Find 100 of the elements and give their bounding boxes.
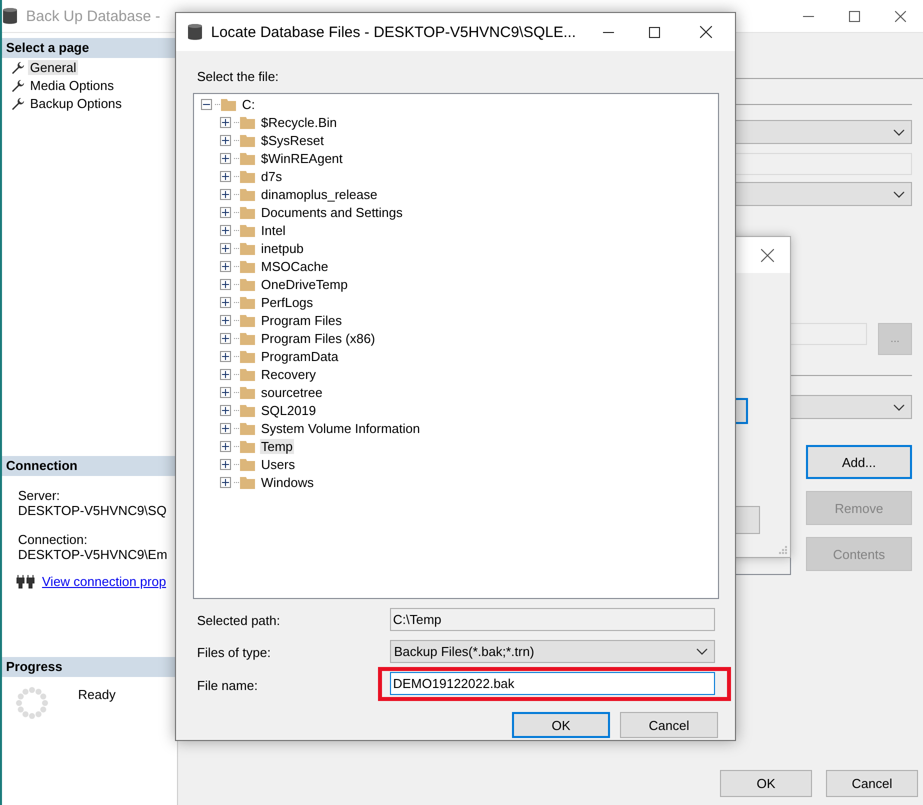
plug-icon [16, 574, 36, 588]
folder-icon [240, 332, 255, 344]
expand-toggle[interactable] [220, 170, 231, 182]
file-type-label: Files of type: [196, 644, 272, 660]
dialog-button[interactable]: OK [512, 712, 610, 738]
folder-label[interactable]: Users [260, 456, 296, 472]
maximize-icon [848, 10, 860, 22]
expand-toggle[interactable] [220, 314, 231, 326]
plus-icon [222, 370, 229, 378]
file-name-label: File name: [196, 676, 259, 692]
collapse-toggle[interactable] [201, 98, 212, 110]
folder-icon [240, 458, 255, 470]
footer-button[interactable]: OK [720, 770, 812, 797]
plus-icon [222, 316, 229, 324]
folder-icon [240, 116, 255, 128]
progress-status: Ready [78, 687, 116, 702]
plus-icon [222, 298, 229, 306]
folder-label[interactable]: Windows [260, 474, 315, 490]
wrench-icon [11, 96, 24, 110]
folder-icon [240, 422, 255, 434]
folder-label[interactable]: $SysReset [260, 132, 325, 148]
folder-icon [240, 260, 255, 272]
page-item[interactable]: Backup Options [28, 96, 124, 110]
connection-value: DESKTOP-V5HVNC9\Em [17, 547, 168, 562]
folder-icon [240, 314, 255, 326]
plus-icon [222, 244, 229, 252]
server-label: Server: [17, 488, 61, 503]
expand-toggle[interactable] [220, 116, 231, 128]
expand-toggle[interactable] [220, 152, 231, 164]
expand-toggle[interactable] [220, 350, 231, 362]
side-button[interactable]: Add... [806, 445, 912, 479]
page-item[interactable]: Media Options [28, 78, 116, 92]
folder-label[interactable]: inetpub [260, 240, 305, 256]
expand-toggle[interactable] [220, 242, 231, 254]
folder-label[interactable]: ProgramData [260, 348, 340, 364]
expand-toggle[interactable] [220, 188, 231, 200]
folder-tree[interactable] [193, 93, 719, 599]
folder-label[interactable]: Temp [260, 438, 294, 454]
folder-label[interactable]: d7s [260, 168, 283, 184]
maximize-icon [648, 26, 660, 38]
chevron-down-icon [893, 128, 905, 136]
expand-toggle[interactable] [220, 332, 231, 344]
folder-icon [240, 440, 255, 452]
expand-toggle[interactable] [220, 296, 231, 308]
folder-icon [240, 296, 255, 308]
folder-icon [240, 134, 255, 146]
page-item[interactable]: General [28, 60, 78, 74]
folder-label[interactable]: OneDriveTemp [260, 276, 349, 292]
plus-icon [222, 154, 229, 162]
expand-toggle[interactable] [220, 440, 231, 452]
folder-label[interactable]: C: [241, 96, 256, 112]
plus-icon [222, 172, 229, 180]
section-header: Progress [2, 657, 177, 677]
folder-icon [240, 350, 255, 362]
plus-icon [222, 226, 229, 234]
expand-toggle[interactable] [220, 224, 231, 236]
folder-label[interactable]: $Recycle.Bin [260, 114, 338, 130]
folder-label[interactable]: Documents and Settings [260, 204, 404, 220]
window-title: Back Up Database - [26, 8, 160, 24]
select-file-label: Select the file: [196, 69, 280, 84]
footer-button[interactable]: Cancel [826, 770, 918, 797]
expand-toggle[interactable] [220, 206, 231, 218]
close-icon [760, 248, 774, 262]
expand-toggle[interactable] [220, 260, 231, 272]
folder-label[interactable]: dinamoplus_release [260, 186, 378, 202]
plus-icon [222, 424, 229, 432]
folder-label[interactable]: Program Files [260, 312, 343, 328]
expand-toggle[interactable] [220, 404, 231, 416]
folder-label[interactable]: Intel [260, 222, 287, 238]
expand-toggle[interactable] [220, 134, 231, 146]
connection-link[interactable]: View connection prop [42, 574, 166, 589]
plus-icon [222, 262, 229, 270]
expand-toggle[interactable] [220, 422, 231, 434]
dialog-title: Locate Database Files - DESKTOP-V5HVNC9\SQLE... [211, 24, 576, 40]
selected-path-field[interactable]: C:\Temp [390, 608, 715, 631]
folder-label[interactable]: sourcetree [260, 384, 324, 400]
folder-label[interactable]: Program Files (x86) [260, 330, 376, 346]
expand-toggle[interactable] [220, 458, 231, 470]
expand-toggle[interactable] [220, 368, 231, 380]
plus-icon [222, 280, 229, 288]
expand-toggle[interactable] [220, 386, 231, 398]
dialog-button[interactable]: Cancel [620, 712, 718, 738]
folder-label[interactable]: Recovery [260, 366, 317, 382]
section-header: Connection [2, 456, 177, 476]
folder-label[interactable]: System Volume Information [260, 420, 421, 436]
file-type-dropdown[interactable]: Backup Files(*.bak;*.trn) [390, 640, 715, 663]
wrench-icon [11, 78, 24, 92]
folder-label[interactable]: PerfLogs [260, 294, 314, 310]
expand-toggle[interactable] [220, 476, 231, 488]
plus-icon [222, 442, 229, 450]
folder-label[interactable]: $WinREAgent [260, 150, 344, 166]
close-icon [700, 26, 712, 38]
chevron-down-icon [893, 190, 905, 198]
folder-label[interactable]: SQL2019 [260, 402, 317, 418]
plus-icon [222, 388, 229, 396]
expand-toggle[interactable] [220, 278, 231, 290]
file-name-field[interactable]: DEMO19122022.bak [390, 672, 715, 695]
folder-label[interactable]: MSOCache [260, 258, 330, 274]
folder-icon [240, 368, 255, 380]
folder-icon [240, 278, 255, 290]
